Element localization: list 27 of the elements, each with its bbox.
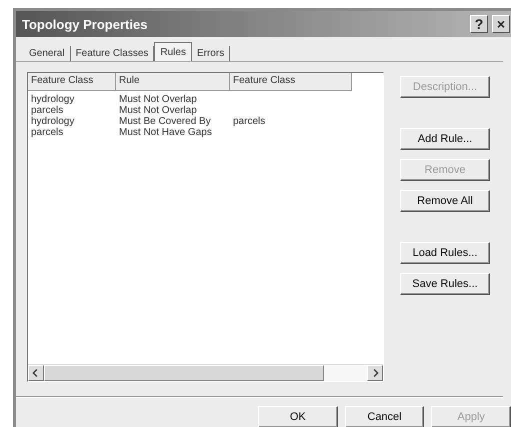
table-cell-text: hydrology bbox=[30, 116, 76, 127]
dialog-button[interactable]: Cancel bbox=[344, 406, 424, 427]
table-cell-text: Must Be Covered By bbox=[118, 116, 212, 127]
dialog-button[interactable]: OK bbox=[258, 406, 338, 427]
table-cell-text: parcels bbox=[232, 116, 266, 127]
title-bar-button[interactable]: × bbox=[492, 15, 510, 33]
side-button[interactable]: Load Rules... bbox=[400, 242, 490, 264]
side-button[interactable]: Save Rules... bbox=[400, 273, 490, 295]
rules-list[interactable]: Feature Class Rule Feature Class hydrology Must Not Overlap parcels Must Not Overlap hydrology Must Be Covered By parcels parcels Must Not Have Gaps bbox=[27, 72, 384, 382]
horizontal-scrollbar[interactable] bbox=[28, 364, 383, 381]
table-cell-text: Must Not Overlap bbox=[118, 94, 198, 105]
scroll-left-icon[interactable] bbox=[28, 365, 44, 381]
title-bar-button[interactable]: ? bbox=[470, 15, 488, 33]
side-button[interactable]: Add Rule... bbox=[400, 128, 490, 150]
scroll-thumb[interactable] bbox=[44, 365, 324, 381]
table-cell-text: Must Not Overlap bbox=[118, 105, 198, 116]
table-cell-text: parcels bbox=[30, 127, 64, 138]
window-title: Topology Properties bbox=[22, 16, 148, 32]
side-button[interactable]: Remove All bbox=[400, 190, 490, 212]
column-header[interactable]: Feature Class bbox=[230, 73, 352, 91]
scroll-right-icon[interactable] bbox=[367, 365, 383, 381]
table-cell-text: parcels bbox=[30, 105, 64, 116]
column-header[interactable]: Feature Class bbox=[28, 73, 116, 91]
tab[interactable]: Rules bbox=[154, 42, 192, 61]
table-cell-text: Must Not Have Gaps bbox=[118, 127, 213, 138]
table-cell-text: hydrology bbox=[30, 94, 76, 105]
column-header[interactable]: Rule bbox=[116, 73, 230, 91]
